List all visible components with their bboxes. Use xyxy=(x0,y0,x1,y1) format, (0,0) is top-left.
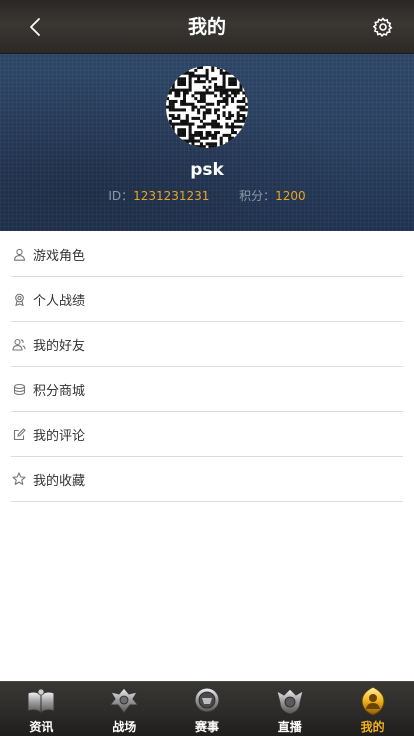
tab-label: 我的 xyxy=(360,720,385,734)
top-navbar: 我的 xyxy=(0,0,414,54)
coins-icon xyxy=(12,382,26,396)
tab-label: 直播 xyxy=(277,720,302,734)
tab-label: 资讯 xyxy=(29,720,54,734)
menu-item-label: 我的评论 xyxy=(33,428,86,444)
points-label: 积分： xyxy=(239,189,276,203)
id-value: 1231231231 xyxy=(133,189,210,203)
menu-item-friends[interactable]: 我的好友 xyxy=(11,322,403,367)
bottom-tabbar: 资讯 战场 赛事 直播 我的 xyxy=(0,681,414,736)
tab-tournament[interactable]: 赛事 xyxy=(166,682,249,736)
star-icon xyxy=(12,472,26,486)
tab-battlefield[interactable]: 战场 xyxy=(83,682,166,736)
menu-item-points-mall[interactable]: 积分商城 xyxy=(11,367,403,412)
settings-button[interactable] xyxy=(370,14,396,40)
friends-icon xyxy=(12,337,26,351)
tab-profile[interactable]: 我的 xyxy=(331,682,414,736)
profile-header: psk ID：1231231231 积分：1200 xyxy=(0,54,414,231)
menu-item-personal-record[interactable]: 个人战绩 xyxy=(11,277,403,322)
menu-item-favorites[interactable]: 我的收藏 xyxy=(11,457,403,502)
qr-avatar-icon xyxy=(166,66,248,148)
menu-item-game-roles[interactable]: 游戏角色 xyxy=(11,232,403,277)
username: psk xyxy=(190,160,224,180)
battlefield-icon xyxy=(109,687,140,714)
chevron-left-icon xyxy=(30,18,40,36)
book-icon xyxy=(27,688,55,714)
tab-live[interactable]: 直播 xyxy=(248,682,331,736)
page-title: 我的 xyxy=(187,16,226,38)
menu-item-label: 积分商城 xyxy=(33,383,86,399)
profile-menu: 游戏角色 个人战绩 我的好友 积分商城 我的评论 我的收藏 xyxy=(0,232,414,502)
points-value: 1200 xyxy=(275,189,306,203)
tab-label: 战场 xyxy=(112,720,137,734)
menu-item-label: 我的收藏 xyxy=(33,473,86,489)
tab-label: 赛事 xyxy=(194,720,219,734)
profile-emblem-icon xyxy=(361,686,385,716)
menu-item-comments[interactable]: 我的评论 xyxy=(11,412,403,457)
live-icon xyxy=(276,688,304,715)
back-button[interactable] xyxy=(22,14,48,40)
user-icon xyxy=(12,247,26,261)
menu-item-label: 我的好友 xyxy=(33,338,86,354)
tab-news[interactable]: 资讯 xyxy=(0,682,83,736)
id-label: ID： xyxy=(108,189,134,203)
gear-icon xyxy=(373,17,393,37)
menu-item-label: 游戏角色 xyxy=(33,248,86,264)
user-stats: ID：1231231231 积分：1200 xyxy=(0,187,414,204)
avatar[interactable] xyxy=(166,66,248,148)
medal-icon xyxy=(12,292,26,306)
tournament-icon xyxy=(194,687,220,713)
edit-icon xyxy=(12,427,26,441)
menu-item-label: 个人战绩 xyxy=(33,293,86,309)
